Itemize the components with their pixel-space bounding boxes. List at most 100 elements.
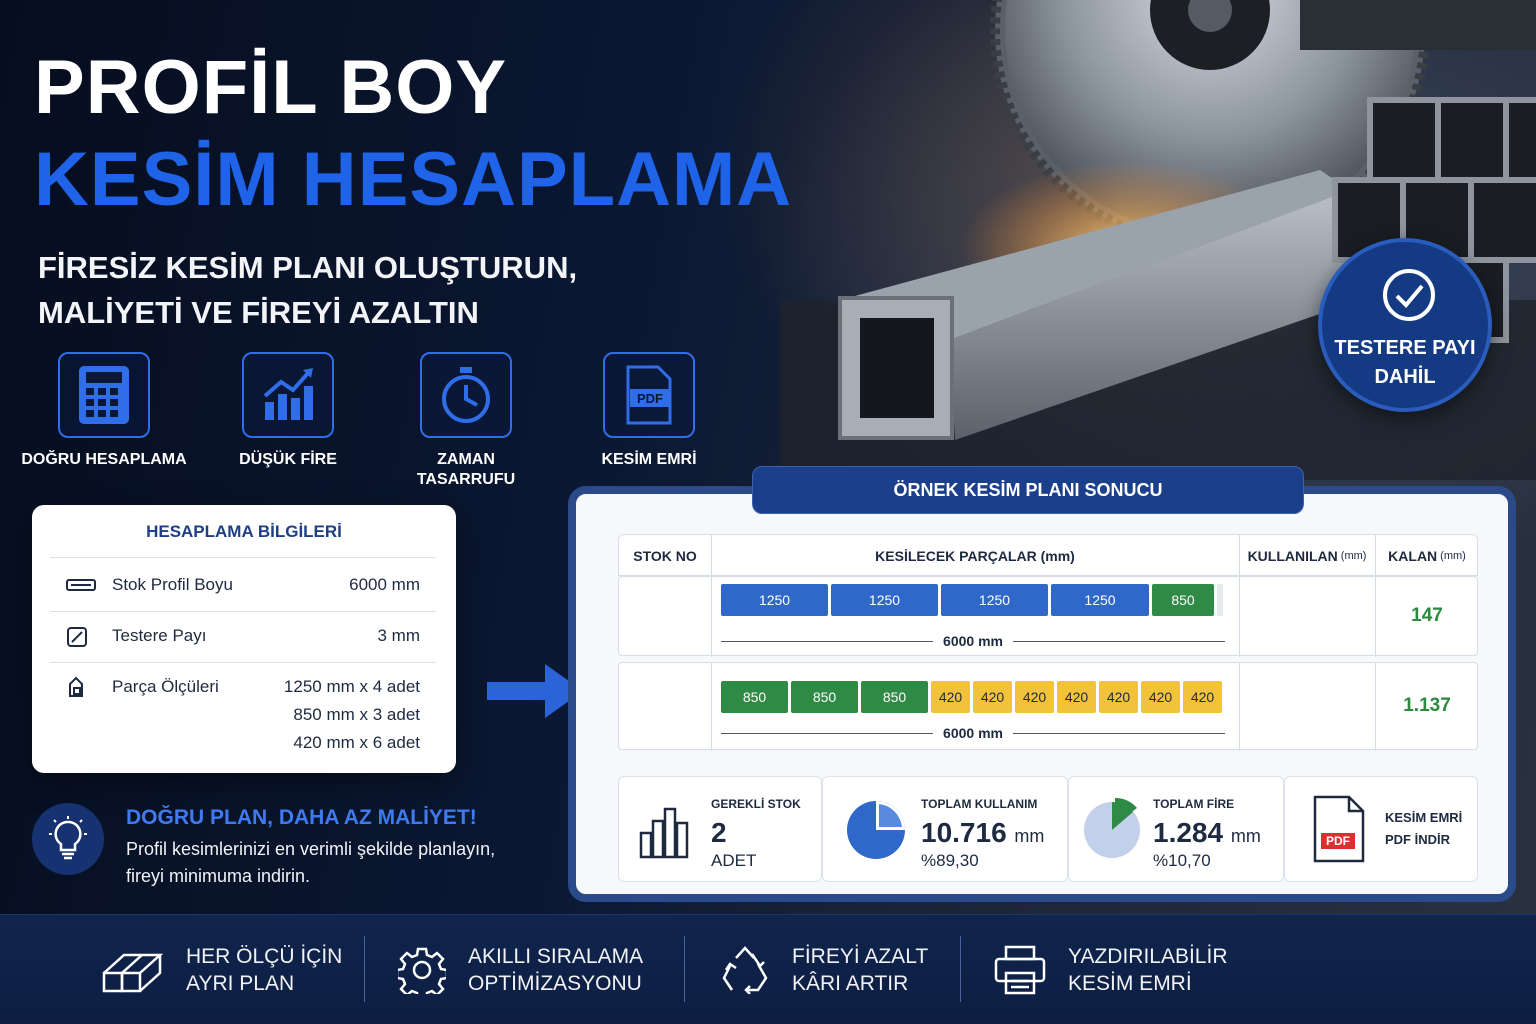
gear-icon <box>398 947 446 994</box>
used-value: 4.863 <box>1283 695 1331 716</box>
saw-icon <box>66 626 112 648</box>
summary-caption: TOPLAM KULLANIM <box>921 797 1038 811</box>
dimension-text: 6000 mm <box>943 725 1003 741</box>
header-remaining: KALAN (mm) <box>1375 535 1479 577</box>
pdf-download-icon: PDF <box>1313 795 1365 863</box>
used-value: 5.853 <box>1283 605 1331 626</box>
piece-segment: 1250 <box>721 584 828 616</box>
pdf-caption-line2: PDF İNDİR <box>1385 832 1450 848</box>
pdf-icon-text: PDF <box>1326 834 1350 848</box>
summary-total-usage: TOPLAM KULLANIM 10.716 mm %89,30 <box>822 776 1068 882</box>
cut-bar: 1250 1250 1250 1250 850 <box>721 584 1223 616</box>
bottom-item-text: YAZDIRILABİLİR KESİM EMRİ <box>1068 943 1228 998</box>
summary-value: 1.284 <box>1153 817 1224 848</box>
bottom-item-separate-plan: HER ÖLÇÜ İÇİN AYRI PLAN <box>102 915 342 1024</box>
page-title-line2: KESİM HESAPLAMA <box>34 137 793 222</box>
header-used-unit: (mm) <box>1340 550 1367 562</box>
feature-label: DOĞRU HESAPLAMA <box>21 451 187 468</box>
info-row-stock-length: Stok Profil Boyu 6000 mm <box>66 575 420 595</box>
table-row: 2 850 850 850 420 420 420 420 420 420 42… <box>618 662 1478 751</box>
summary-caption: TOPLAM FİRE <box>1153 797 1235 811</box>
divider <box>50 557 436 558</box>
bottom-item-text: HER ÖLÇÜ İÇİN AYRI PLAN <box>186 943 342 998</box>
bottom-item-text: AKILLI SIRALAMA OPTİMİZASYONU <box>468 943 643 998</box>
pie-waste-icon <box>1084 797 1140 858</box>
piece-segment: 420 <box>931 681 970 713</box>
piece-segment: 850 <box>791 681 858 713</box>
bottom-item-line2: AYRI PLAN <box>186 972 295 995</box>
tip-text: Profil kesimlerinizi en verimli şekilde … <box>126 839 496 886</box>
summary-sub: %89,30 <box>921 851 979 870</box>
piece-segment: 1250 <box>941 584 1048 616</box>
feature-low-waste: DÜŞÜK FİRE <box>203 352 373 470</box>
piece-segment: 420 <box>1141 681 1180 713</box>
dimension-line <box>721 640 934 642</box>
stock-no: 1 <box>659 605 671 626</box>
recycle-icon <box>722 946 768 994</box>
result-title: ÖRNEK KESİM PLANI SONUCU <box>752 466 1304 514</box>
summary-sub: %10,70 <box>1153 851 1211 870</box>
page-title-line1: PROFİL BOY <box>34 45 508 130</box>
subtitle-line2: MALİYETİ VE FİREYİ AZALTIN <box>38 294 479 330</box>
piece-segment: 850 <box>861 681 928 713</box>
summary-value-wrap: 1.284 mm <box>1153 817 1261 849</box>
parts-icon <box>66 673 112 757</box>
bottom-item-line1: AKILLI SIRALAMA <box>468 944 644 968</box>
waste-segment <box>1217 584 1223 616</box>
table-row: 1 1250 1250 1250 1250 850 6000 mm 5.853 … <box>618 576 1478 657</box>
header-remaining-label: KALAN <box>1388 548 1438 564</box>
piece-segment: 420 <box>1015 681 1054 713</box>
piece-segment: 420 <box>1057 681 1096 713</box>
info-key: Parça Ölçüleri <box>112 677 219 696</box>
feature-label: ZAMAN TASARRUFU <box>381 450 551 490</box>
header-used: KULLANILAN (mm) <box>1239 535 1375 577</box>
stopwatch-icon <box>420 352 512 438</box>
remaining-value: 1.137 <box>1403 695 1451 716</box>
header-pieces: KESİLECEK PARÇALAR (mm) <box>875 548 1075 564</box>
cut-plan-table: STOK NO KESİLECEK PARÇALAR (mm) KULLANIL… <box>618 534 1479 577</box>
info-value: 6000 mm <box>349 575 420 594</box>
divider <box>1375 535 1376 577</box>
header-used-label: KULLANILAN <box>1247 548 1338 564</box>
bottom-item-line2: KESİM EMRİ <box>1068 972 1192 995</box>
summary-value: 10.716 <box>921 817 1007 848</box>
divider <box>711 535 712 577</box>
info-values: 1250 mm x 4 adet 850 mm x 3 adet 420 mm … <box>284 673 420 757</box>
bottom-item-reduce-waste: FİREYİ AZALT KÂRI ARTIR <box>720 915 928 1024</box>
badge-line1: TESTERE PAYI <box>1334 337 1476 359</box>
piece-segment: 420 <box>1183 681 1222 713</box>
feature-label-line1: ZAMAN <box>437 451 495 468</box>
feature-label: DÜŞÜK FİRE <box>239 451 337 468</box>
summary-unit: mm <box>1230 826 1261 846</box>
profiles-stack-icon <box>102 953 164 993</box>
subtitle-line1: FİRESİZ KESİM PLANI OLUŞTURUN, <box>38 250 578 285</box>
badge-text: TESTERE PAYI DAHİL <box>1322 334 1488 392</box>
info-value-line: 1250 mm x 4 adet <box>283 677 420 696</box>
divider <box>364 936 365 1002</box>
bottom-item-line1: FİREYİ AZALT <box>792 944 929 968</box>
summary-required-stock: GEREKLİ STOK 2 ADET <box>618 776 822 882</box>
bottom-item-smart-sort: AKILLI SIRALAMA OPTİMİZASYONU <box>398 915 643 1024</box>
feature-time-saving: ZAMAN TASARRUFU <box>381 352 551 490</box>
stock-bars-icon <box>639 807 689 859</box>
bottom-item-text: FİREYİ AZALT KÂRI ARTIR <box>792 943 928 998</box>
dimension-line <box>721 732 934 734</box>
pdf-download-button[interactable]: PDF KESİM EMRİ PDF İNDİR <box>1284 776 1478 882</box>
info-value-line: 420 mm x 6 adet <box>293 733 420 752</box>
length-dimension: 6000 mm <box>721 633 1225 649</box>
header-remaining-unit: (mm) <box>1440 550 1466 562</box>
feature-label: KESİM EMRİ <box>601 451 697 468</box>
piece-segment: 420 <box>1099 681 1138 713</box>
table-header: STOK NO KESİLECEK PARÇALAR (mm) KULLANIL… <box>618 534 1479 577</box>
calculator-icon <box>58 352 150 438</box>
summary-caption: GEREKLİ STOK <box>711 797 801 811</box>
bottom-item-line2: KÂRI ARTIR <box>792 972 909 995</box>
info-value-line: 850 mm x 3 adet <box>293 705 420 724</box>
summary-value-wrap: 10.716 mm <box>921 817 1044 849</box>
length-dimension: 6000 mm <box>721 725 1225 741</box>
info-key: Testere Payı <box>112 626 207 645</box>
divider <box>960 936 961 1002</box>
summary-total-waste: TOPLAM FİRE 1.284 mm %10,70 <box>1068 776 1284 882</box>
feature-cutting-order: PDF KESİM EMRİ <box>564 352 734 470</box>
dimension-line <box>1012 732 1225 734</box>
